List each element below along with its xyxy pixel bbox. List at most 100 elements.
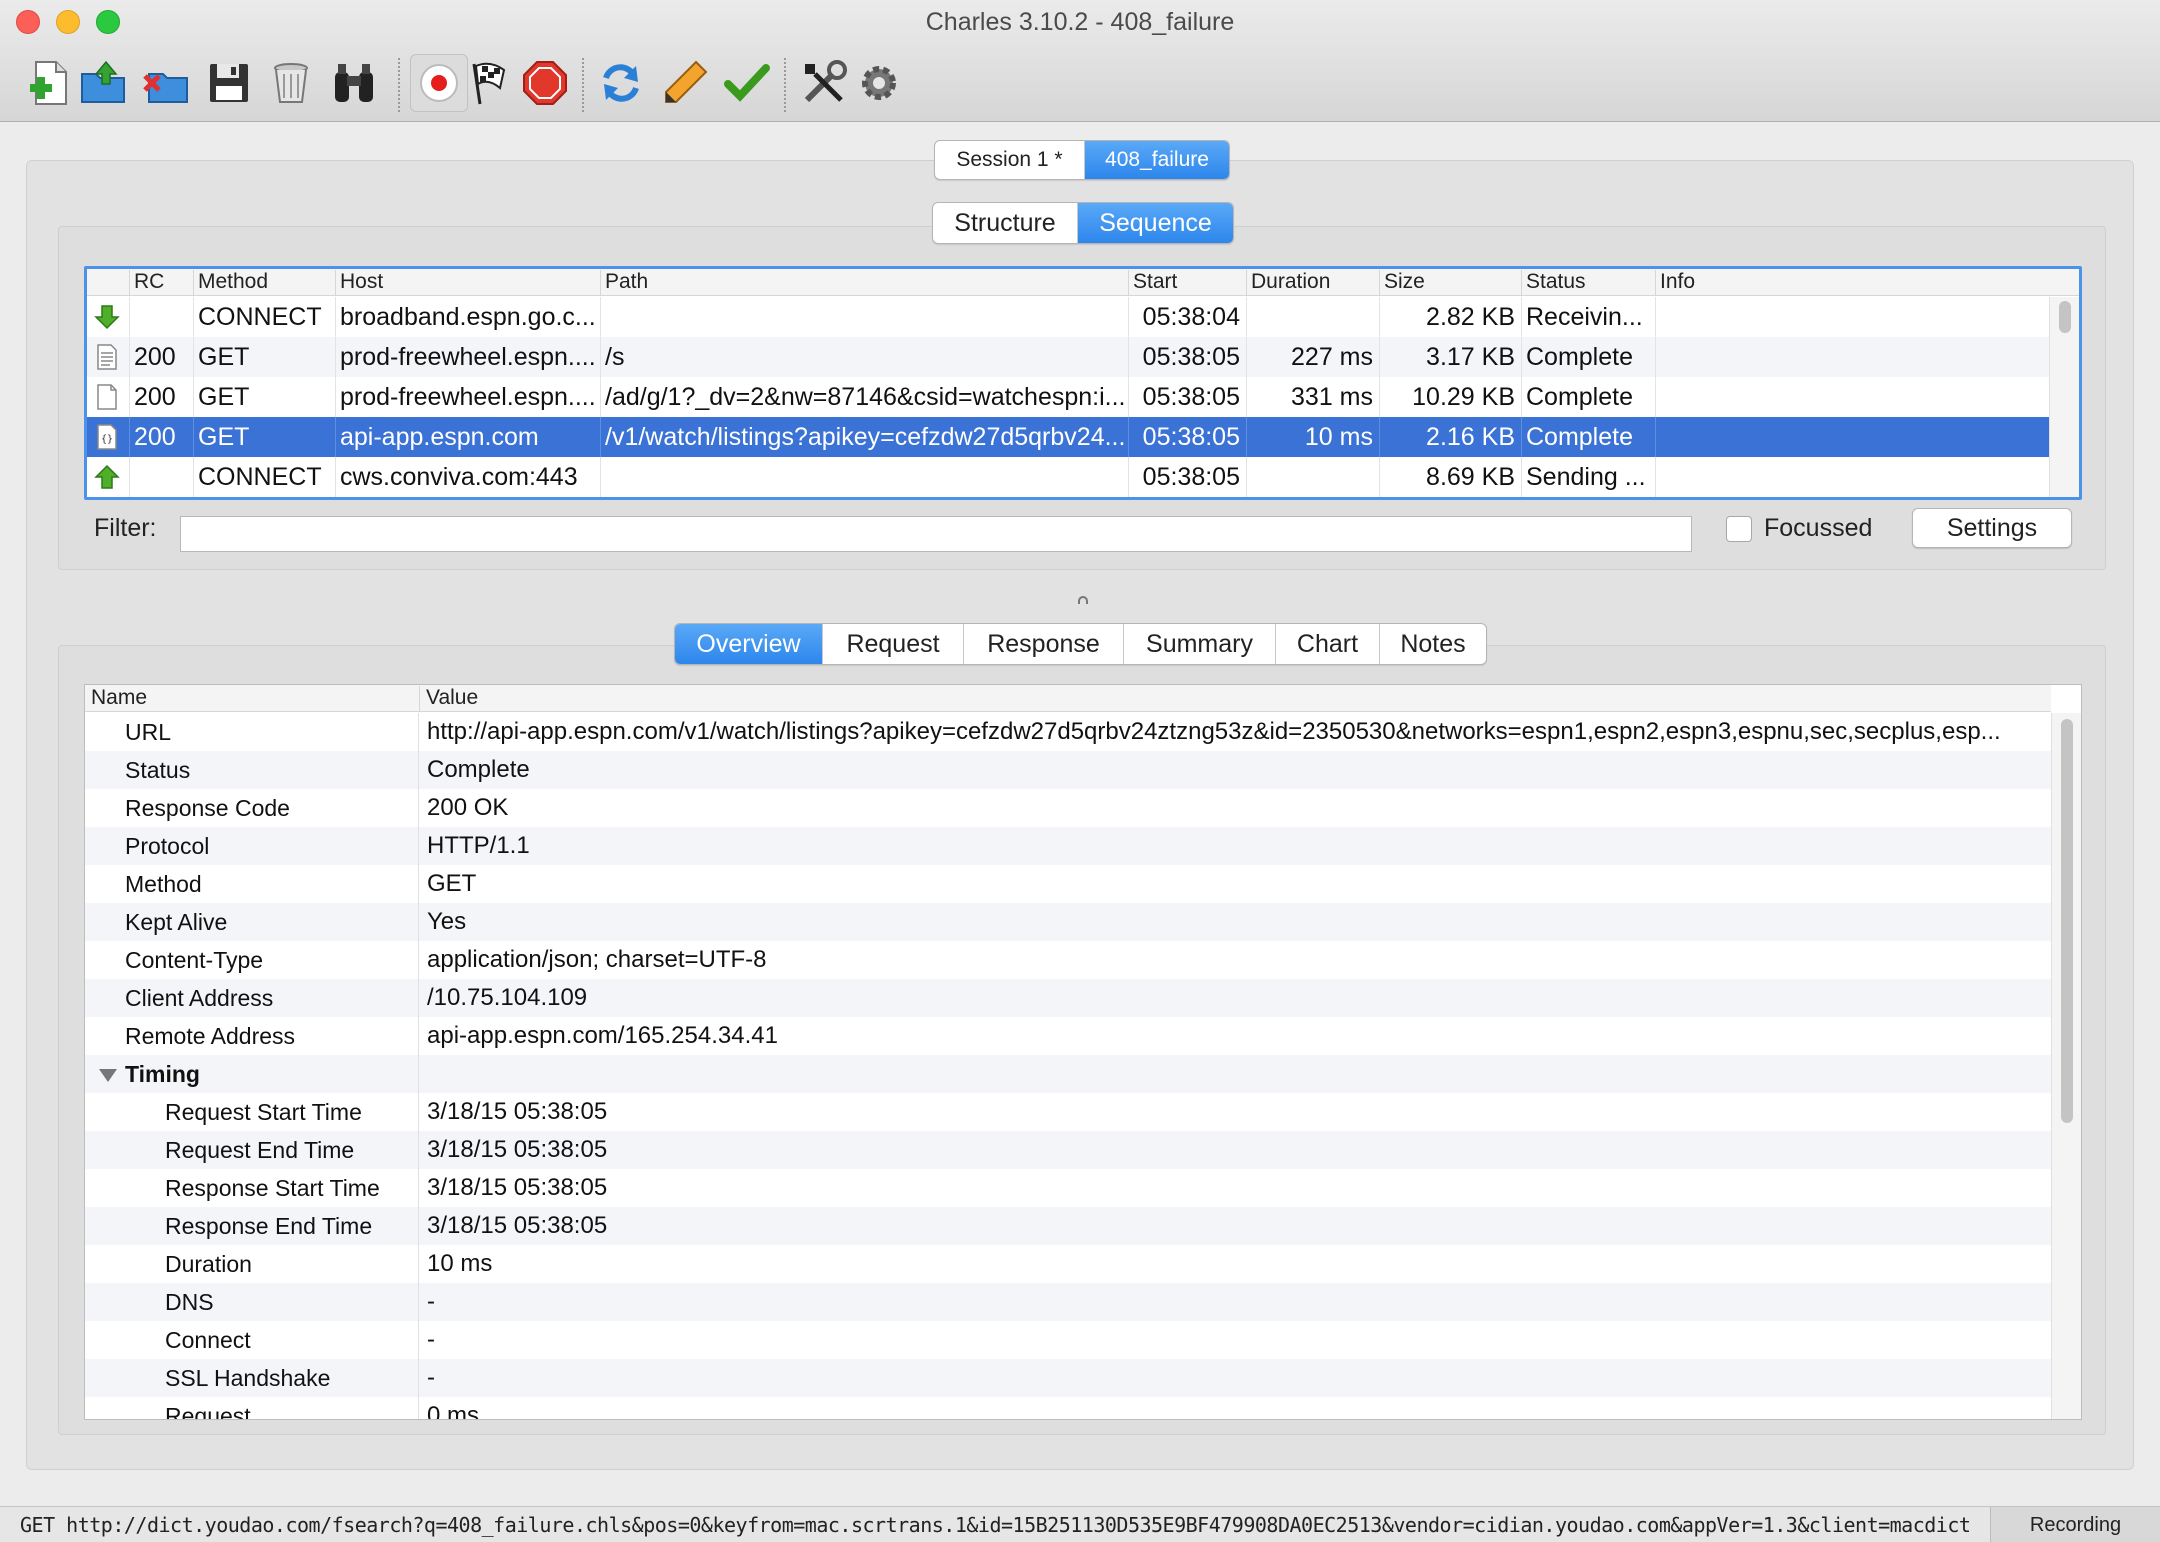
property-row[interactable]: Response Start Time 3/18/15 05:38:05 [85,1169,2051,1207]
property-row[interactable]: SSL Handshake - [85,1359,2051,1397]
filter-settings-button[interactable]: Settings [1912,508,2072,548]
cell-status: Receivin... [1521,297,1655,337]
property-row[interactable]: Response Code 200 OK [85,789,2051,827]
group-row-timing[interactable]: Timing [85,1055,2051,1093]
save-session-button[interactable] [200,54,258,112]
table-row[interactable]: {} 200 GET api-app.espn.com/v1/watch/listin… [87,417,2053,457]
cell-path [600,297,1128,337]
tab-request[interactable]: Request [823,624,964,664]
tools-icon [804,60,847,103]
property-value: - [427,1288,435,1315]
split-pane-handle[interactable] [1078,596,1088,604]
table-row[interactable]: 200 GET prod-freewheel.espn..../ad/g/1?_dv… [87,377,2053,417]
property-row[interactable]: Response End Time 3/18/15 05:38:05 [85,1207,2051,1245]
overview-scrollbar[interactable] [2051,713,2081,1419]
cell-start: 05:38:05 [1128,457,1246,497]
property-row[interactable]: Duration 10 ms [85,1245,2051,1283]
find-button[interactable] [325,54,383,112]
cell-duration [1246,297,1379,337]
property-row[interactable]: Client Address/10.75.104.109 [85,979,2051,1017]
tab-summary[interactable]: Summary [1124,624,1276,664]
tab-session-1[interactable]: Session 1 * [935,141,1085,179]
validate-button[interactable] [718,54,776,112]
property-row[interactable]: Content-Type application/json; charset=UT… [85,941,2051,979]
open-session-button[interactable] [74,54,132,112]
property-row[interactable]: Method GET [85,865,2051,903]
checkered-flag-icon [472,62,506,105]
property-row[interactable]: Protocol HTTP/1.1 [85,827,2051,865]
cell-rc [129,457,193,497]
cell-rc: 200 [129,377,193,417]
repeat-button[interactable] [592,54,650,112]
sequence-table[interactable]: RC Method Host Path Start Duration Size … [84,266,2082,500]
tab-sequence[interactable]: Sequence [1078,203,1233,243]
tab-notes[interactable]: Notes [1380,624,1486,664]
cell-host: prod-freewheel.espn.... [335,377,600,417]
disclosure-triangle-icon[interactable] [99,1069,117,1082]
pencil-icon [665,60,708,103]
property-row[interactable]: Request 0 ms [85,1397,2051,1419]
column-name[interactable]: Name [85,686,147,710]
new-session-button[interactable] [22,54,80,112]
cell-size: 8.69 KB [1379,457,1521,497]
tools-button[interactable] [795,54,853,112]
column-host[interactable]: Host [335,270,383,296]
property-row[interactable]: Connect - [85,1321,2051,1359]
table-row[interactable]: 200 GET prod-freewheel.espn..../s 05:38:05 2… [87,337,2053,377]
property-name: Duration [165,1251,252,1277]
recording-status: Recording [1990,1507,2160,1542]
cell-start: 05:38:05 [1128,337,1246,377]
cell-host: api-app.espn.com [335,417,600,457]
tab-response[interactable]: Response [964,624,1124,664]
table-row[interactable]: CONNECT cws.conviva.com:443 05:38:05 8.69 K… [87,457,2053,497]
filter-input[interactable] [180,516,1692,552]
tab-overview[interactable]: Overview [675,624,823,664]
column-rc[interactable]: RC [129,270,164,296]
column-value[interactable]: Value [419,686,478,712]
binoculars-icon [335,64,373,102]
table-row[interactable]: CONNECT broadband.espn.go.c... 05:38:04 2.8… [87,297,2053,337]
clear-session-button[interactable] [262,54,320,112]
property-row[interactable]: DNS - [85,1283,2051,1321]
edit-button[interactable] [656,54,714,112]
column-duration[interactable]: Duration [1246,270,1330,296]
property-value: Complete [427,756,530,783]
property-name: Client Address [125,985,274,1011]
cell-size: 2.16 KB [1379,417,1521,457]
overview-scrollbar-thumb[interactable] [2061,719,2073,1123]
cell-path: /ad/g/1?_dv=2&nw=87146&csid=watchespn:i.… [600,377,1128,417]
property-row[interactable]: URL http://api-app.espn.com/v1/watch/list… [85,713,2051,751]
cell-size: 3.17 KB [1379,337,1521,377]
column-method[interactable]: Method [193,270,268,296]
column-status[interactable]: Status [1521,270,1586,296]
cell-method: CONNECT [193,457,335,497]
overview-table[interactable]: Name Value URL http://api-app.espn.com/v1… [84,684,2082,1420]
cell-host: cws.conviva.com:443 [335,457,600,497]
sequence-scrollbar[interactable] [2049,297,2079,497]
property-name: Remote Address [125,1023,296,1049]
sequence-scrollbar-thumb[interactable] [2059,301,2071,333]
tab-structure[interactable]: Structure [933,203,1078,243]
cell-status: Complete [1521,377,1655,417]
property-name: URL [125,719,172,745]
property-row[interactable]: Request Start Time 3/18/15 05:38:05 [85,1093,2051,1131]
focussed-checkbox[interactable] [1726,516,1752,542]
tab-chart[interactable]: Chart [1276,624,1380,664]
property-name: Response End Time [165,1213,373,1239]
tab-408-failure[interactable]: 408_failure [1085,141,1229,179]
close-session-button[interactable] [137,54,195,112]
property-value: application/json; charset=UTF-8 [427,946,767,973]
column-path[interactable]: Path [600,270,648,296]
property-row[interactable]: Request End Time 3/18/15 05:38:05 [85,1131,2051,1169]
property-row[interactable]: Status Complete [85,751,2051,789]
column-size[interactable]: Size [1379,270,1425,296]
column-start[interactable]: Start [1128,270,1177,296]
settings-button[interactable] [850,54,908,112]
breakpoints-button[interactable] [516,54,574,112]
throttling-button[interactable] [460,54,518,112]
column-info[interactable]: Info [1655,270,1695,296]
property-row[interactable]: Kept Alive Yes [85,903,2051,941]
property-row[interactable]: Remote Address api-app.espn.com/165.254.3… [85,1017,2051,1055]
focussed-label[interactable]: Focussed [1764,514,1872,543]
cell-method: CONNECT [193,297,335,337]
